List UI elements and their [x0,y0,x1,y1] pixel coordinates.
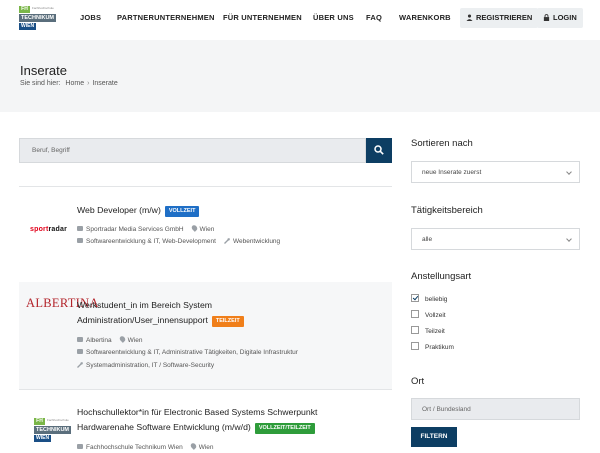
job-title[interactable]: Web Developer (m/w) VOLLZEIT [77,203,200,218]
user-icon [466,14,473,21]
location-placeholder: Ort / Bundesland [422,406,471,413]
job-company-row: Albertina Wien [77,335,143,344]
job-title[interactable]: Werkstudent_in im Bereich System Adminis… [77,298,244,328]
building-icon [77,337,83,342]
map-pin-icon [189,442,198,450]
job-location: Wien [199,226,215,233]
employment-badge: VOLLZEIT/TEILZEIT [254,423,315,434]
filter-button[interactable]: FILTERN [411,427,457,447]
location-input[interactable]: Ort / Bundesland [411,398,580,420]
employment-badge: VOLLZEIT [164,206,200,217]
breadcrumb-separator: › [87,80,90,87]
map-pin-icon [118,335,127,343]
checkbox-teilzeit[interactable]: Teilzeit [411,326,445,336]
breadcrumb-prefix: Sie sind hier: [20,80,61,87]
checkbox[interactable] [411,310,419,318]
folder-icon [77,238,83,243]
checkbox-praktikum[interactable]: Praktikum [411,342,454,352]
login-label: LOGIN [553,13,577,22]
breadcrumb-home[interactable]: Home [65,80,84,87]
job-location: Wien [127,337,143,344]
chevron-down-icon [566,236,572,242]
nav-fuer-unternehmen[interactable]: FÜR UNTERNEHMEN [223,13,302,22]
employment-badge: TEILZEIT [211,316,244,327]
search-button[interactable] [366,138,392,163]
job-company: Albertina [86,337,112,344]
job-skill-row: Systemadministration, IT / Software-Secu… [77,362,214,369]
job-company: Fachhochschule Technikum Wien [86,444,183,451]
fh-technikum-logo: FH Fachhochschule TECHNIKUM WIEN [34,418,71,442]
register-button[interactable]: REGISTRIEREN [460,8,539,28]
nav-faq[interactable]: FAQ [366,13,382,22]
job-skills: Webentwicklung [232,238,281,245]
wrench-icon [223,238,230,244]
building-icon [77,444,83,449]
logo-technikum: TECHNIKUM [19,14,56,22]
location-heading: Ort [411,376,425,387]
chevron-down-icon [566,169,572,175]
job-location: Wien [198,444,214,451]
area-value: alle [422,236,433,243]
job-company: Sportradar Media Services GmbH [86,226,184,233]
job-company-row: Sportradar Media Services GmbH Wien [77,224,215,233]
nav-jobs[interactable]: JOBS [80,13,101,22]
checkbox-beliebig[interactable]: beliebig [411,294,447,304]
job-categories: Softwareentwicklung & IT, Administrative… [86,349,298,356]
nav-partnerunternehmen[interactable]: PARTNERUNTERNEHMEN [117,13,215,22]
logo-fine-print: Fachhochschule [32,6,54,10]
sort-select[interactable]: neue Inserate zuerst [411,161,580,183]
page-title: Inserate [20,63,67,78]
sort-heading: Sortieren nach [411,138,473,149]
search-placeholder: Beruf, Begriff [32,147,70,154]
register-label: REGISTRIEREN [476,13,533,22]
job-title[interactable]: Hochschullektor*in für Electronic Based … [77,405,317,435]
search-icon [374,145,384,155]
area-select[interactable]: alle [411,228,580,250]
job-category-row: Softwareentwicklung & IT, Administrative… [77,349,298,356]
sportradar-logo: sportradar [30,226,68,233]
employment-heading: Anstellungsart [411,271,472,282]
map-pin-icon [190,224,198,232]
building-icon [77,226,83,231]
search-input[interactable]: Beruf, Begriff [19,138,366,163]
page-title-band [0,40,600,112]
wrench-icon [77,362,83,368]
lock-icon [543,14,550,21]
job-category-row: Softwareentwicklung & IT, Web-Developmen… [77,238,280,245]
site-header: FH Fachhochschule TECHNIKUM WIEN JOBS PA… [0,0,600,40]
job-categories: Softwareentwicklung & IT, Web-Developmen… [86,238,216,245]
area-heading: Tätigkeitsbereich [411,205,483,216]
login-button[interactable]: LOGIN [537,8,583,28]
checkbox-checked[interactable] [411,294,419,302]
folder-icon [77,349,83,354]
job-listing[interactable] [19,187,392,281]
logo-fh-mark: FH [19,6,30,13]
logo-wien: WIEN [19,23,37,30]
sort-value: neue Inserate zuerst [422,169,482,176]
breadcrumb-current: Inserate [92,80,118,87]
checkbox[interactable] [411,326,419,334]
list-divider [19,389,392,390]
fh-technikum-logo[interactable]: FH Fachhochschule TECHNIKUM WIEN [19,6,59,32]
checkbox-vollzeit[interactable]: Vollzeit [411,310,446,320]
job-company-row: Fachhochschule Technikum Wien Wien [77,442,214,451]
breadcrumb: Sie sind hier: Home › Inserate [20,80,118,87]
job-skills: Systemadministration, IT / Software-Secu… [86,362,215,369]
nav-warenkorb[interactable]: WARENKORB [399,13,451,22]
checkbox[interactable] [411,342,419,350]
nav-ueber-uns[interactable]: ÜBER UNS [313,13,354,22]
